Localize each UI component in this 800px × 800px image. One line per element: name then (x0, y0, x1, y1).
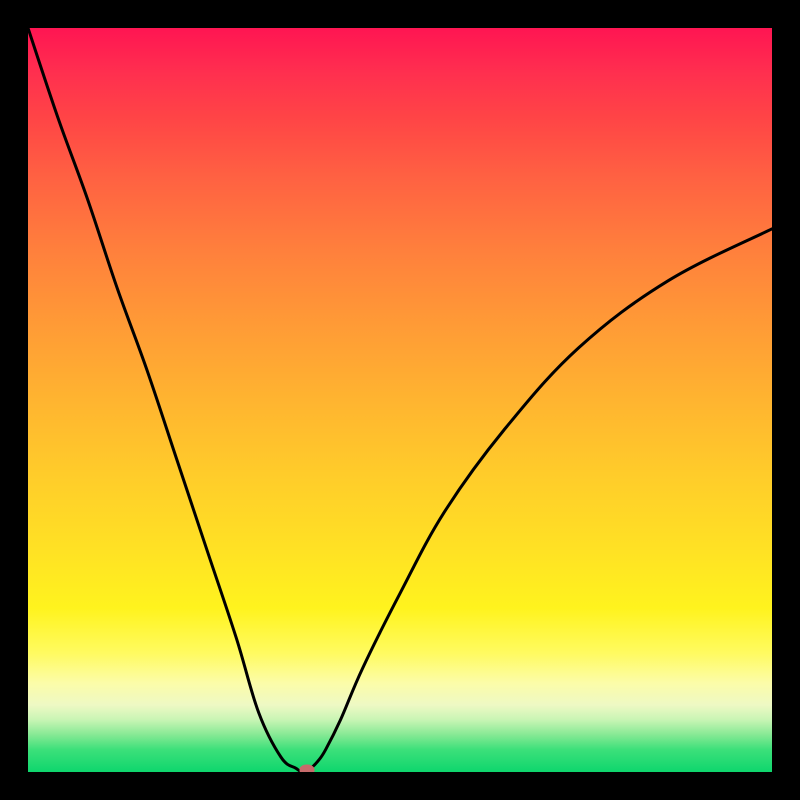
bottleneck-curve (28, 28, 772, 772)
plot-area (28, 28, 772, 772)
minimum-marker (300, 765, 315, 773)
chart-stage: TheBottleneck.com (0, 0, 800, 800)
